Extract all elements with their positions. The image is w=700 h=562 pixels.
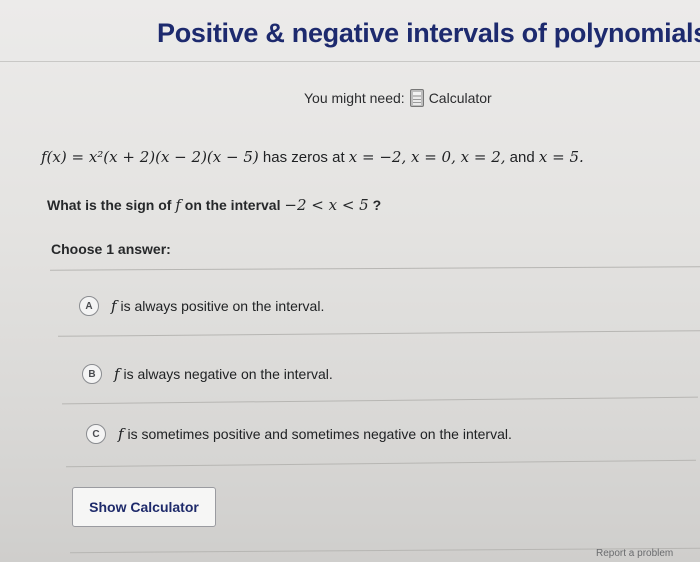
divider [62,396,698,405]
divider [50,266,700,271]
might-need-label: You might need: [304,90,405,106]
and-text: and [505,149,539,166]
divider [66,459,696,468]
question-prefix: What is the sign of [47,197,176,213]
question-interval: −2 < x < 5 [284,196,369,214]
header-bar: Positive & negative intervals of polynom… [0,0,700,62]
answer-option-a[interactable]: A f is always positive on the interval. [79,296,324,316]
calculator-link[interactable]: Calculator [429,90,492,106]
option-text-a[interactable]: f is always positive on the interval. [111,297,324,315]
option-label-a: is always positive on the interval. [116,298,325,314]
answer-option-b[interactable]: B f is always negative on the interval. [82,364,333,384]
option-text-c[interactable]: f is sometimes positive and sometimes ne… [118,425,512,443]
zeros-expression: x = −2, x = 0, x = 2, [348,148,506,166]
option-letter-c[interactable]: C [86,424,106,444]
option-text-b[interactable]: f is always negative on the interval. [114,365,333,383]
option-label-b: is always negative on the interval. [119,366,333,382]
zeros-text: has zeros at [258,149,349,166]
option-letter-b[interactable]: B [82,364,102,384]
function-statement: f(x) = x²(x + 2)(x − 2)(x − 5) has zeros… [41,148,584,166]
question-suffix: ? [368,197,382,213]
page-title: Positive & negative intervals of polynom… [157,18,700,48]
divider [58,330,700,337]
show-calculator-button[interactable]: Show Calculator [72,487,216,527]
option-label-c: is sometimes positive and sometimes nega… [123,426,512,442]
tools-hint: You might need: Calculator [304,89,492,107]
function-expression: f(x) = x²(x + 2)(x − 2)(x − 5) [41,148,259,166]
choose-label: Choose 1 answer: [51,241,171,257]
answer-option-c[interactable]: C f is sometimes positive and sometimes … [86,424,512,444]
question-text: What is the sign of f on the interval −2… [47,196,381,214]
report-problem-link[interactable]: Report a problem [596,548,673,559]
option-letter-a[interactable]: A [79,296,99,316]
calculator-icon[interactable] [409,89,424,107]
last-zero: x = 5. [538,148,584,166]
question-mid: on the interval [180,197,285,213]
